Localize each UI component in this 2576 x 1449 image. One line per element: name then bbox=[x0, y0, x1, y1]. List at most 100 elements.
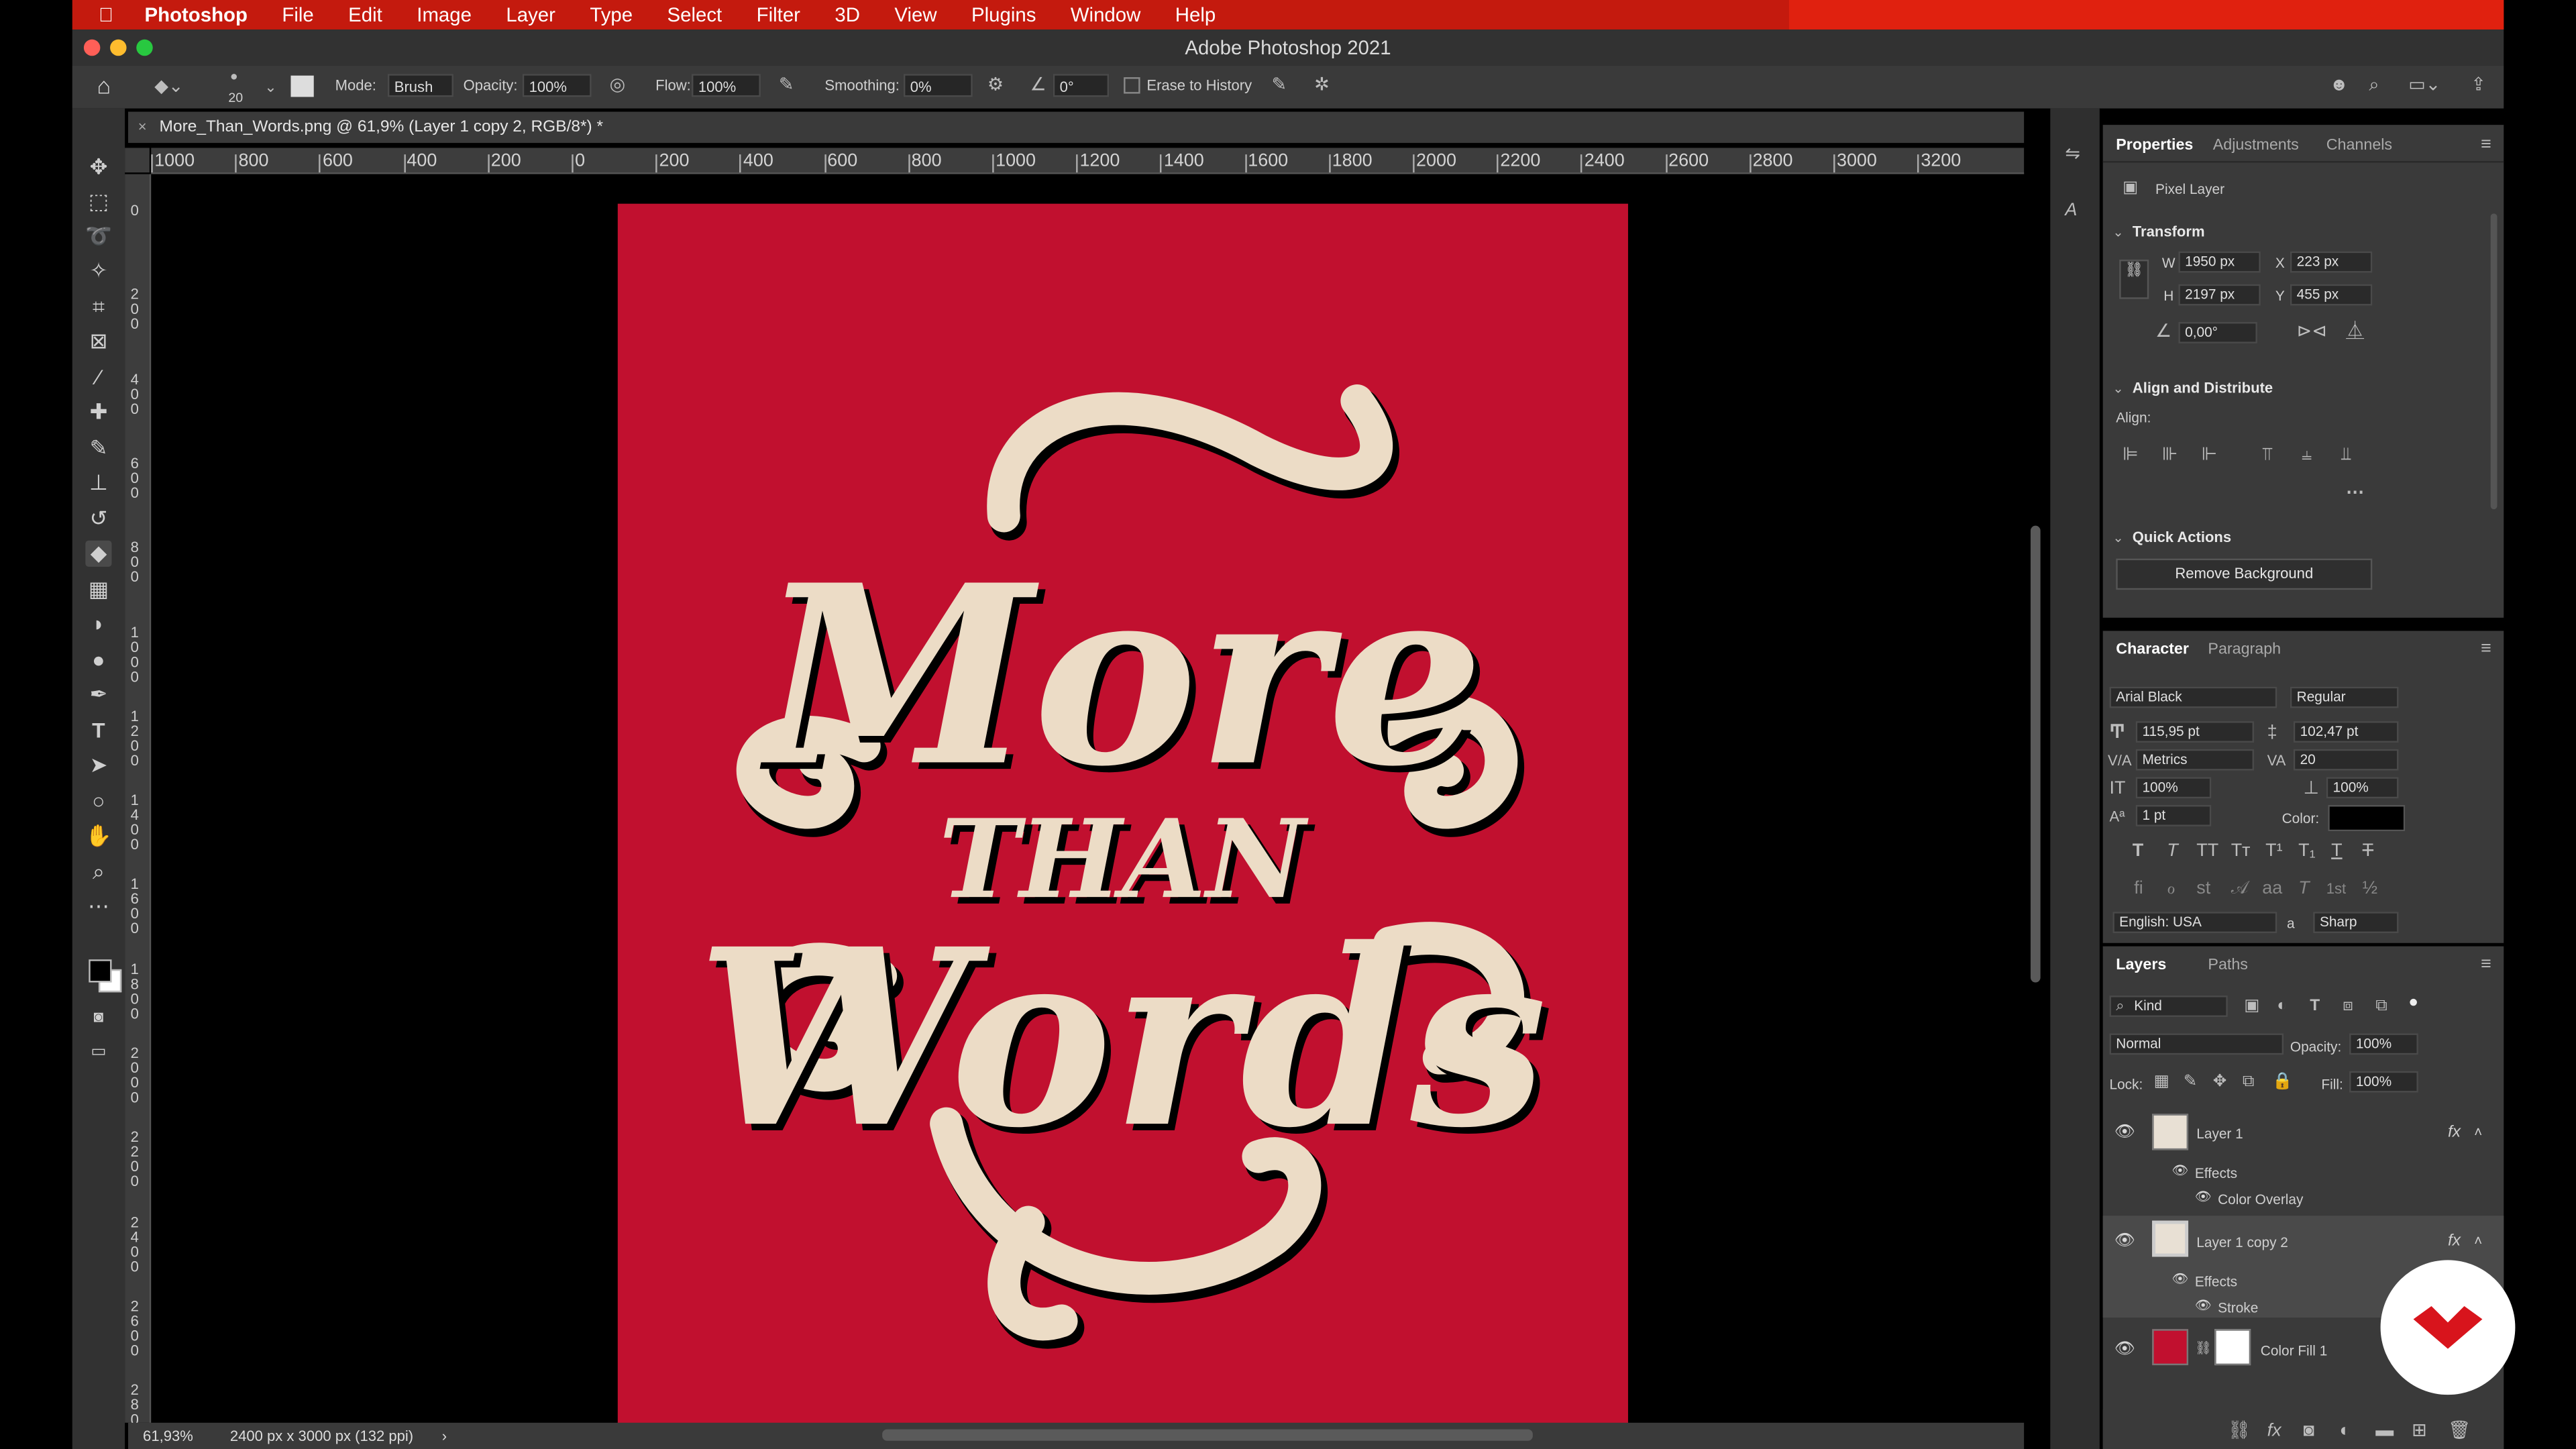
lock-artboard-icon[interactable]: ⧉ bbox=[2243, 1073, 2254, 1092]
layer-name[interactable]: Layer 1 copy 2 bbox=[2196, 1234, 2288, 1250]
eraser-tool-icon[interactable]: ◆ bbox=[85, 540, 112, 567]
flow-input[interactable]: 100% bbox=[692, 74, 761, 97]
rotation-input[interactable]: 0,00° bbox=[2178, 322, 2257, 343]
hand-tool-icon[interactable]: ✋ bbox=[85, 823, 112, 849]
effect-stroke[interactable]: Stroke bbox=[2218, 1299, 2258, 1316]
fx-icon[interactable]: fx bbox=[2448, 1232, 2461, 1250]
chevron-down-icon[interactable]: ⌄ bbox=[2112, 223, 2123, 243]
add-style-icon[interactable]: fx bbox=[2267, 1421, 2282, 1440]
erase-history-checkbox[interactable] bbox=[1124, 77, 1140, 94]
chevron-down-icon[interactable]: ⌄ bbox=[2112, 529, 2123, 549]
zoom-tool-icon[interactable]: ⌕ bbox=[85, 859, 111, 885]
align-left-icon[interactable]: ⊫ bbox=[2123, 445, 2138, 465]
faux-italic-icon[interactable]: T bbox=[2167, 841, 2178, 861]
horizontal-scrollbar[interactable] bbox=[882, 1429, 1533, 1441]
gear-icon[interactable]: ⚙ bbox=[987, 76, 1004, 95]
leading-input[interactable]: 102,47 pt bbox=[2293, 721, 2399, 743]
collapse-effects-icon[interactable]: ˄ bbox=[2474, 1232, 2482, 1248]
menu-3d[interactable]: 3D bbox=[835, 3, 860, 26]
apple-icon[interactable]:  bbox=[99, 3, 113, 26]
filter-pixel-icon[interactable]: ▣ bbox=[2244, 998, 2259, 1017]
properties-scrollbar[interactable] bbox=[2490, 213, 2498, 510]
eye-icon[interactable]: 👁 bbox=[2172, 1163, 2189, 1178]
vertical-scale-input[interactable]: 100% bbox=[2135, 777, 2212, 799]
lock-icon[interactable]: 🔒 bbox=[2272, 1073, 2292, 1092]
menu-image[interactable]: Image bbox=[417, 3, 472, 26]
more-options-icon[interactable]: ⋯ bbox=[2346, 483, 2364, 502]
panel-menu-icon[interactable]: ≡ bbox=[2481, 135, 2491, 154]
baseline-shift-input[interactable]: 1 pt bbox=[2135, 805, 2212, 826]
strikethrough-icon[interactable]: T bbox=[2363, 841, 2373, 861]
minimize-window-button[interactable] bbox=[110, 39, 127, 56]
pen-tool-icon[interactable]: ✒ bbox=[85, 682, 111, 708]
crop-tool-icon[interactable]: ⌗ bbox=[85, 294, 111, 320]
lock-transparent-icon[interactable]: ▦ bbox=[2154, 1073, 2169, 1092]
close-window-button[interactable] bbox=[83, 39, 101, 56]
fill-color-thumbnail[interactable] bbox=[2152, 1329, 2189, 1366]
tab-paths[interactable]: Paths bbox=[2208, 956, 2248, 974]
width-input[interactable]: 1950 px bbox=[2178, 251, 2261, 273]
brush-angle-input[interactable]: 0° bbox=[1053, 74, 1110, 97]
maximize-window-button[interactable] bbox=[136, 39, 153, 56]
add-mask-icon[interactable]: ◙ bbox=[2303, 1421, 2314, 1440]
align-middle-v-icon[interactable]: ⫨ bbox=[2302, 445, 2312, 465]
layer-opacity-input[interactable]: 100% bbox=[2349, 1033, 2418, 1055]
tab-paragraph[interactable]: Paragraph bbox=[2208, 641, 2281, 659]
tab-layers[interactable]: Layers bbox=[2116, 956, 2166, 974]
fx-icon[interactable]: fx bbox=[2448, 1124, 2461, 1142]
history-brush-tool-icon[interactable]: ↺ bbox=[85, 506, 111, 532]
eye-icon[interactable]: 👁 bbox=[2172, 1272, 2189, 1287]
magic-wand-tool-icon[interactable]: ✧ bbox=[85, 258, 111, 284]
lock-position-icon[interactable]: ✥ bbox=[2213, 1073, 2227, 1092]
ordinals-icon[interactable]: 1st bbox=[2326, 879, 2346, 898]
artwork-canvas[interactable]: More More THAN THAN Words Words bbox=[617, 203, 1628, 1428]
close-tab-icon[interactable]: × bbox=[138, 118, 147, 134]
swash-icon[interactable]: 𝒜 bbox=[2231, 879, 2248, 898]
fill-input[interactable]: 100% bbox=[2349, 1071, 2418, 1093]
subscript-icon[interactable]: T₁ bbox=[2298, 841, 2316, 861]
menu-select[interactable]: Select bbox=[667, 3, 722, 26]
layer-name[interactable]: Layer 1 bbox=[2196, 1126, 2243, 1142]
tab-properties[interactable]: Properties bbox=[2116, 136, 2193, 154]
horizontal-scale-input[interactable]: 100% bbox=[2326, 777, 2399, 799]
path-selection-tool-icon[interactable]: ➤ bbox=[85, 753, 111, 779]
small-caps-icon[interactable]: Tт bbox=[2231, 841, 2251, 861]
font-style-select[interactable]: Regular bbox=[2290, 686, 2399, 708]
language-select[interactable]: English: USA bbox=[2112, 912, 2277, 934]
font-family-select[interactable]: Arial Black bbox=[2109, 686, 2277, 708]
filter-type-icon[interactable]: T bbox=[2310, 998, 2320, 1017]
home-icon[interactable]: ⌂ bbox=[97, 74, 111, 97]
zoom-level[interactable]: 61,93% bbox=[143, 1428, 193, 1444]
flip-horizontal-icon[interactable]: ⊳⊲ bbox=[2297, 322, 2327, 341]
mode-select[interactable]: Brush bbox=[387, 74, 453, 97]
move-tool-icon[interactable]: ✥ bbox=[85, 154, 111, 180]
align-top-icon[interactable]: ⫪ bbox=[2262, 445, 2272, 465]
new-adjustment-icon[interactable]: ◐ bbox=[2339, 1421, 2350, 1440]
tracking-select[interactable]: 20 bbox=[2293, 749, 2399, 771]
smoothing-input[interactable]: 0% bbox=[903, 74, 973, 97]
blend-mode-select[interactable]: Normal bbox=[2109, 1033, 2284, 1055]
layer-mask-thumbnail[interactable] bbox=[2214, 1329, 2251, 1366]
pressure-opacity-icon[interactable]: ◎ bbox=[610, 76, 626, 95]
gradient-tool-icon[interactable]: ▦ bbox=[85, 577, 111, 603]
ellipse-tool-icon[interactable]: ○ bbox=[85, 789, 111, 815]
discretionary-ligatures-icon[interactable]: st bbox=[2196, 879, 2210, 898]
menu-edit[interactable]: Edit bbox=[348, 3, 382, 26]
filter-toggle-icon[interactable]: ● bbox=[2408, 994, 2418, 1014]
dodge-tool-icon[interactable]: ● bbox=[85, 647, 111, 674]
flip-vertical-icon[interactable]: ⏅ bbox=[2346, 322, 2364, 341]
marquee-tool-icon[interactable]: ⬚ bbox=[85, 189, 111, 215]
old-style-icon[interactable]: ℴ bbox=[2167, 879, 2175, 898]
screen-mode-icon[interactable]: ▭ bbox=[85, 1040, 111, 1066]
pressure-size-icon[interactable]: ✎ bbox=[1272, 76, 1287, 95]
stamp-tool-icon[interactable]: ⊥ bbox=[85, 470, 111, 496]
share-user-icon[interactable]: ☻ bbox=[2330, 76, 2349, 95]
brush-tool-icon[interactable]: ✎ bbox=[85, 435, 111, 462]
underline-icon[interactable]: T bbox=[2331, 841, 2342, 861]
brush-preset-picker[interactable]: ● bbox=[230, 67, 238, 87]
link-layers-icon[interactable]: ⛓ bbox=[2228, 1421, 2251, 1440]
menu-filter[interactable]: Filter bbox=[757, 3, 800, 26]
height-input[interactable]: 2197 px bbox=[2178, 284, 2261, 306]
effect-color-overlay[interactable]: Color Overlay bbox=[2218, 1191, 2303, 1208]
x-input[interactable]: 223 px bbox=[2290, 251, 2373, 273]
